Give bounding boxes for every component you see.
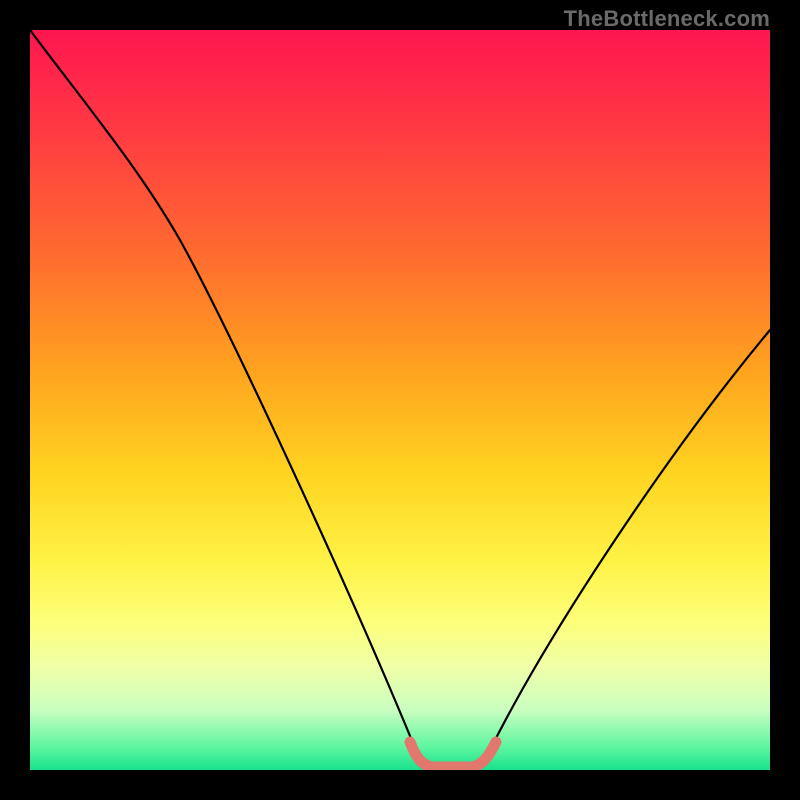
chart-container: TheBottleneck.com	[0, 0, 800, 800]
flat-bottom-marker	[410, 742, 496, 767]
plot-area	[30, 30, 770, 770]
bottleneck-curve	[30, 30, 770, 767]
chart-svg	[30, 30, 770, 770]
watermark-text: TheBottleneck.com	[564, 6, 770, 32]
